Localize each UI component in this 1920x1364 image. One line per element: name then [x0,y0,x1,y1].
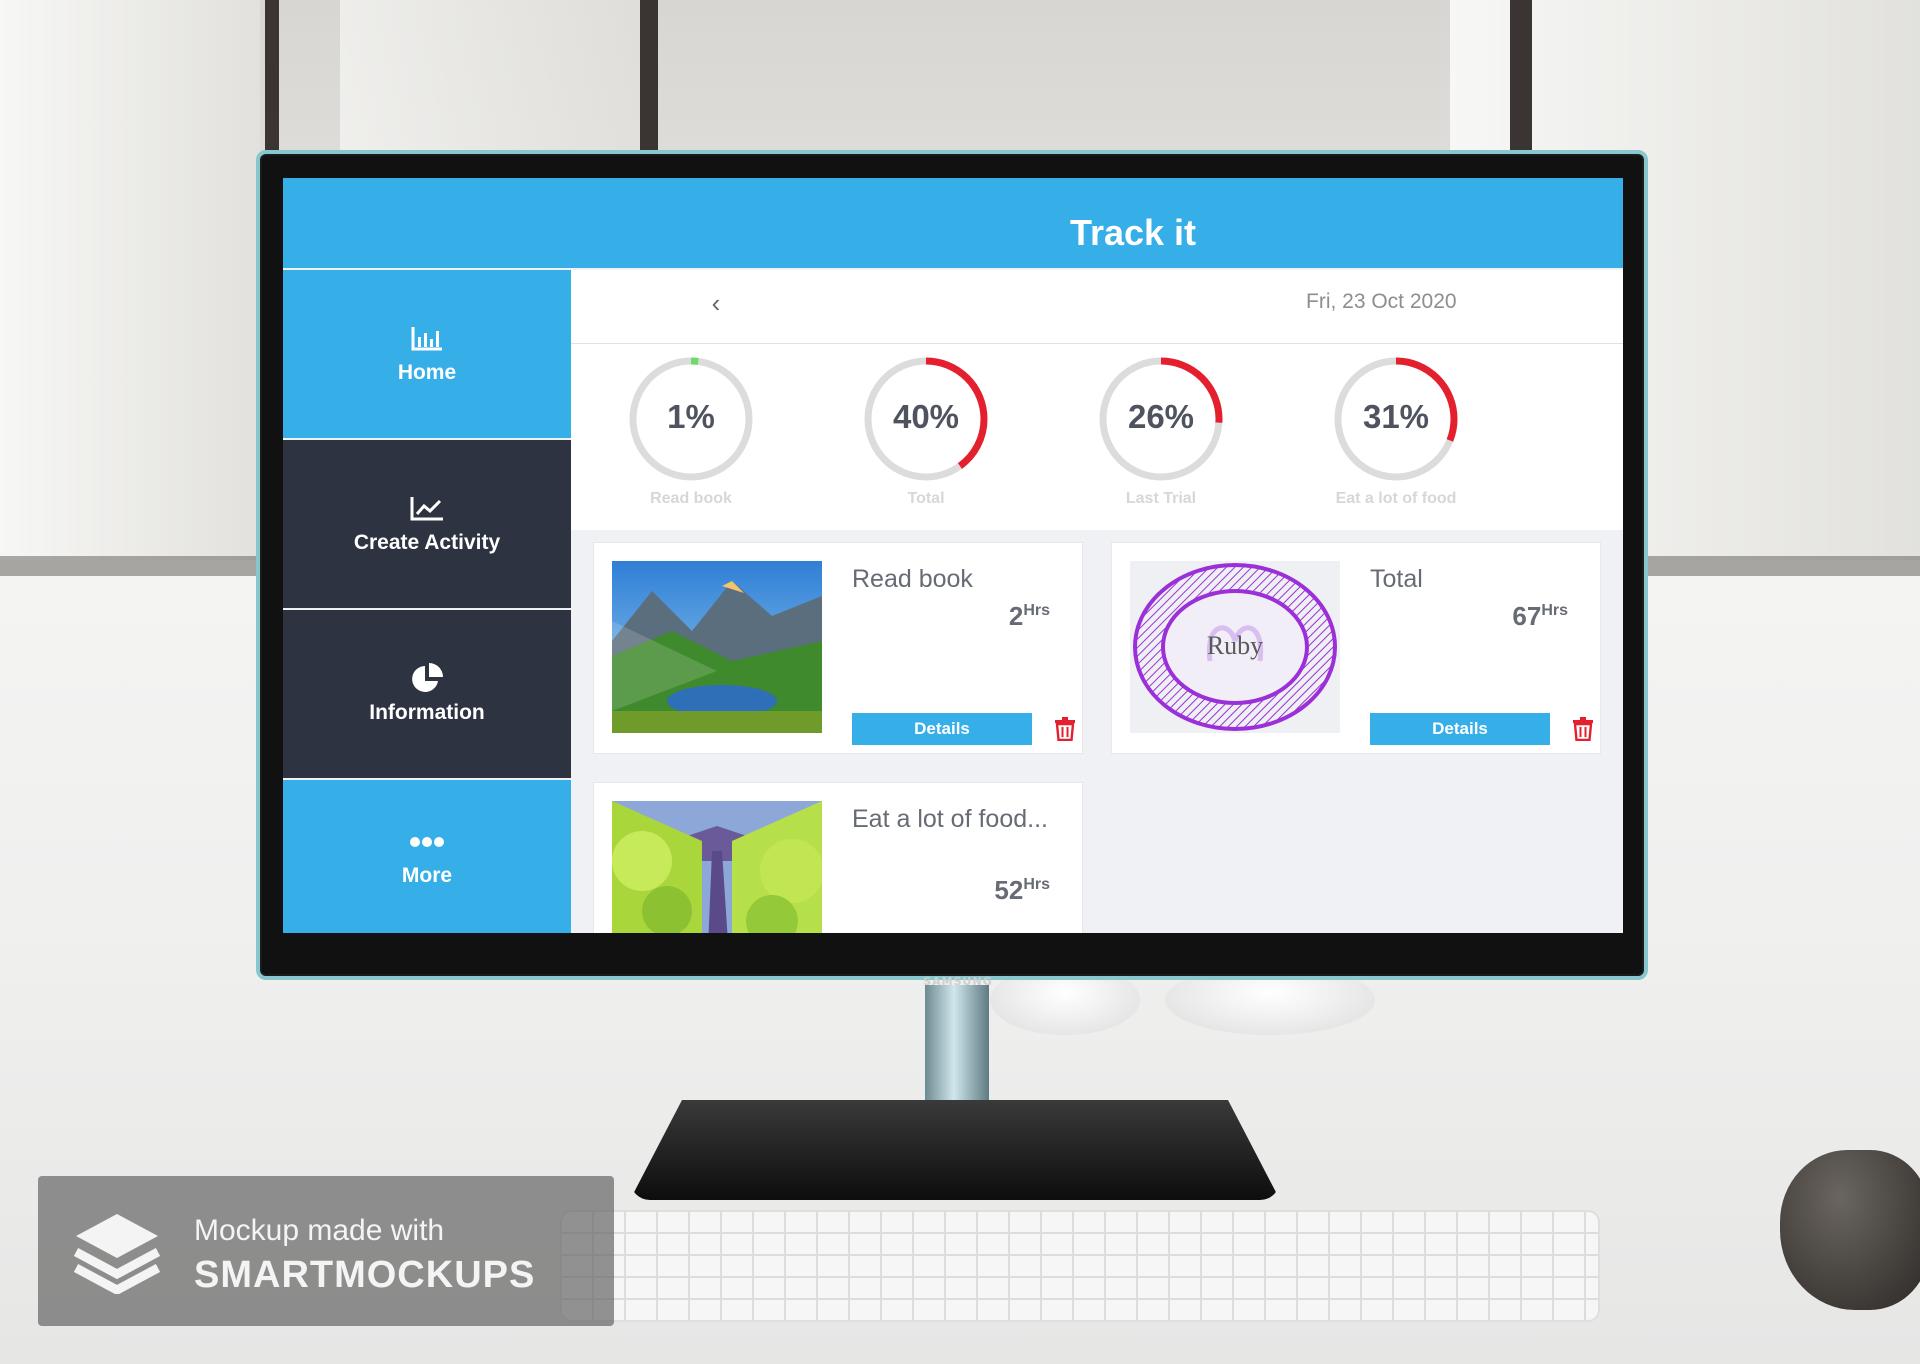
ring-value: 40% [892,398,960,435]
activity-card: Ruby Total 67Hrs Details [1111,542,1601,754]
card-title: Total [1370,565,1423,593]
ring-label: Last Trial [1125,490,1197,507]
card-hours: 67Hrs [1512,601,1568,631]
mountain-lake-image [612,561,822,733]
frame-post [1510,0,1532,150]
sidebar-item-create-activity[interactable]: Create Activity [283,440,571,608]
ring-value: 26% [1127,398,1195,435]
app-screen: Track it Home Create Activity Informatio… [283,178,1623,933]
frame-post [640,0,658,150]
date-bar: ‹ Fri, 23 Oct 2020 [571,270,1623,344]
sidebar-item-label: Home [397,361,457,384]
activity-card: Read book 2Hrs Details [593,542,1083,754]
progress-ring: 1% Read book [621,354,761,519]
card-title: Eat a lot of food... [852,805,1048,833]
ring-value: 31% [1362,398,1430,435]
ruby-logo-text: Ruby [1206,631,1264,660]
sidebar-item-home[interactable]: Home [283,270,571,438]
details-button[interactable]: Details [852,713,1032,745]
monitor-brand-label: SAMSUNG [923,975,993,988]
mouse [1780,1150,1920,1310]
progress-ring: 26% Last Trial [1091,354,1231,519]
ring-label: Read book [650,490,732,507]
keyboard [560,1210,1600,1322]
ring-label: Eat a lot of food [1335,490,1457,507]
mockup-watermark: Mockup made with SMARTMOCKUPS [38,1176,614,1326]
trash-icon[interactable] [1054,717,1076,742]
current-date: Fri, 23 Oct 2020 [1306,290,1457,313]
watermark-line1: Mockup made with [194,1214,445,1247]
activity-card: Eat a lot of food... 52Hrs [593,782,1083,933]
sidebar: Home Create Activity Information More [283,270,571,933]
watermark-line2: SMARTMOCKUPS [194,1254,536,1296]
pie-chart-icon [409,663,445,695]
window-left [0,0,260,560]
monitor-stand-base [630,1100,1280,1200]
sidebar-item-label: Information [369,701,485,724]
progress-ring: 40% Total [856,354,996,519]
sidebar-item-information[interactable]: Information [283,610,571,778]
progress-rings: 1% Read book 40% Total 26% Last Trial 31… [571,344,1623,530]
ring-value: 1% [667,398,715,435]
line-chart-icon [409,493,445,525]
app-title: Track it [1069,212,1197,253]
ring-label: Total [907,490,945,507]
details-button[interactable]: Details [1370,713,1550,745]
sidebar-item-label: More [401,863,453,887]
more-dots-icon [409,826,445,858]
card-hours: 52Hrs [994,875,1050,905]
layers-icon [73,1210,161,1296]
chevron-left-icon[interactable]: ‹ [701,288,731,318]
bar-chart-icon [409,323,445,355]
progress-ring: 31% Eat a lot of food [1326,354,1466,519]
frame-post [265,0,279,150]
card-hours: 2Hrs [1008,601,1050,631]
sidebar-item-more[interactable]: More [283,780,571,933]
sidebar-item-label: Create Activity [353,531,501,554]
trash-icon[interactable] [1572,717,1594,742]
ruby-logo-image: Ruby [1130,561,1340,733]
app-header: Track it [283,178,1623,268]
tree-avenue-image [612,801,822,933]
main-content: ‹ Fri, 23 Oct 2020 1% Read book 40% Tota… [571,270,1623,933]
card-title: Read book [852,565,973,593]
